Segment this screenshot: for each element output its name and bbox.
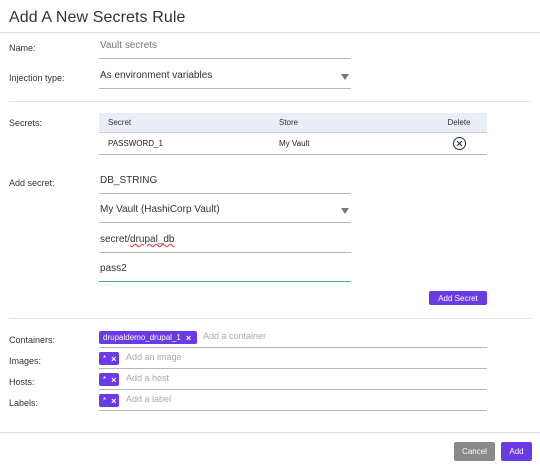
- secret-path-field[interactable]: secret/drupal_db: [99, 232, 351, 253]
- store-cell: My Vault: [270, 132, 431, 155]
- secrets-table: Secret Store Delete PASSWORD_1 My Vault: [99, 113, 487, 155]
- add-secret-label: Add secret:: [9, 178, 55, 188]
- chip-remove-icon[interactable]: ×: [186, 333, 191, 343]
- name-field[interactable]: Vault secrets: [99, 38, 351, 59]
- secret-path-value: secret/drupal_db: [100, 234, 175, 245]
- name-label: Name:: [9, 43, 36, 53]
- images-label: Images:: [9, 356, 42, 366]
- container-chip-label: drupaldemo_drupal_1: [103, 333, 181, 342]
- dialog-title: Add A New Secrets Rule: [9, 9, 186, 26]
- hosts-tag-input[interactable]: * × Add a host: [99, 370, 487, 390]
- secret-path-suffix: drupal_db: [130, 234, 175, 245]
- container-chip: drupaldemo_drupal_1 ×: [99, 331, 197, 344]
- delete-cell: [431, 132, 487, 155]
- secret-key-value: pass2: [100, 263, 127, 274]
- labels-label: Labels:: [9, 398, 39, 408]
- injection-type-label: Injection type:: [9, 73, 65, 83]
- delete-circle-x-icon[interactable]: [452, 137, 466, 150]
- section-divider: [9, 101, 532, 102]
- section-divider: [9, 318, 532, 319]
- label-chip: * ×: [99, 394, 119, 407]
- injection-type-select[interactable]: As environment variables: [99, 68, 351, 89]
- injection-type-value: As environment variables: [100, 70, 213, 81]
- chip-remove-icon[interactable]: ×: [111, 354, 116, 364]
- secret-path-prefix: secret/: [100, 234, 131, 245]
- image-chip: * ×: [99, 352, 119, 365]
- images-placeholder: Add an image: [126, 352, 182, 362]
- containers-placeholder: Add a container: [203, 331, 267, 341]
- host-chip-label: *: [103, 375, 107, 384]
- secret-cell: PASSWORD_1: [99, 132, 270, 155]
- containers-label: Containers:: [9, 335, 56, 345]
- secrets-label: Secrets:: [9, 118, 43, 128]
- chevron-down-icon: [341, 208, 349, 214]
- add-button[interactable]: Add: [501, 442, 532, 461]
- secret-column-header: Secret: [99, 113, 270, 133]
- chevron-down-icon: [341, 74, 349, 80]
- image-chip-label: *: [103, 354, 107, 363]
- secret-store-value: My Vault (HashiCorp Vault): [100, 204, 220, 215]
- labels-tag-input[interactable]: * × Add a label: [99, 391, 487, 411]
- host-chip: * ×: [99, 373, 119, 386]
- chip-remove-icon[interactable]: ×: [111, 375, 116, 385]
- secret-key-field[interactable]: pass2: [99, 261, 351, 282]
- delete-column-header: Delete: [431, 113, 487, 133]
- hosts-label: Hosts:: [9, 377, 35, 387]
- cancel-button[interactable]: Cancel: [454, 442, 495, 461]
- secret-store-select[interactable]: My Vault (HashiCorp Vault): [99, 202, 351, 223]
- table-header-row: Secret Store Delete: [99, 113, 487, 133]
- dialog-header: Add A New Secrets Rule: [0, 0, 540, 33]
- label-chip-label: *: [103, 396, 107, 405]
- secret-name-field[interactable]: DB_STRING: [99, 173, 351, 194]
- labels-placeholder: Add a label: [126, 394, 172, 404]
- chip-remove-icon[interactable]: ×: [111, 396, 116, 406]
- images-tag-input[interactable]: * × Add an image: [99, 349, 487, 369]
- store-column-header: Store: [270, 113, 431, 133]
- containers-tag-input[interactable]: drupaldemo_drupal_1 × Add a container: [99, 328, 487, 348]
- hosts-placeholder: Add a host: [126, 373, 170, 383]
- secret-name-value: DB_STRING: [100, 175, 158, 186]
- table-row: PASSWORD_1 My Vault: [99, 132, 487, 155]
- add-secret-button[interactable]: Add Secret: [429, 291, 487, 305]
- name-value: Vault secrets: [100, 40, 158, 51]
- footer-divider: [0, 432, 540, 433]
